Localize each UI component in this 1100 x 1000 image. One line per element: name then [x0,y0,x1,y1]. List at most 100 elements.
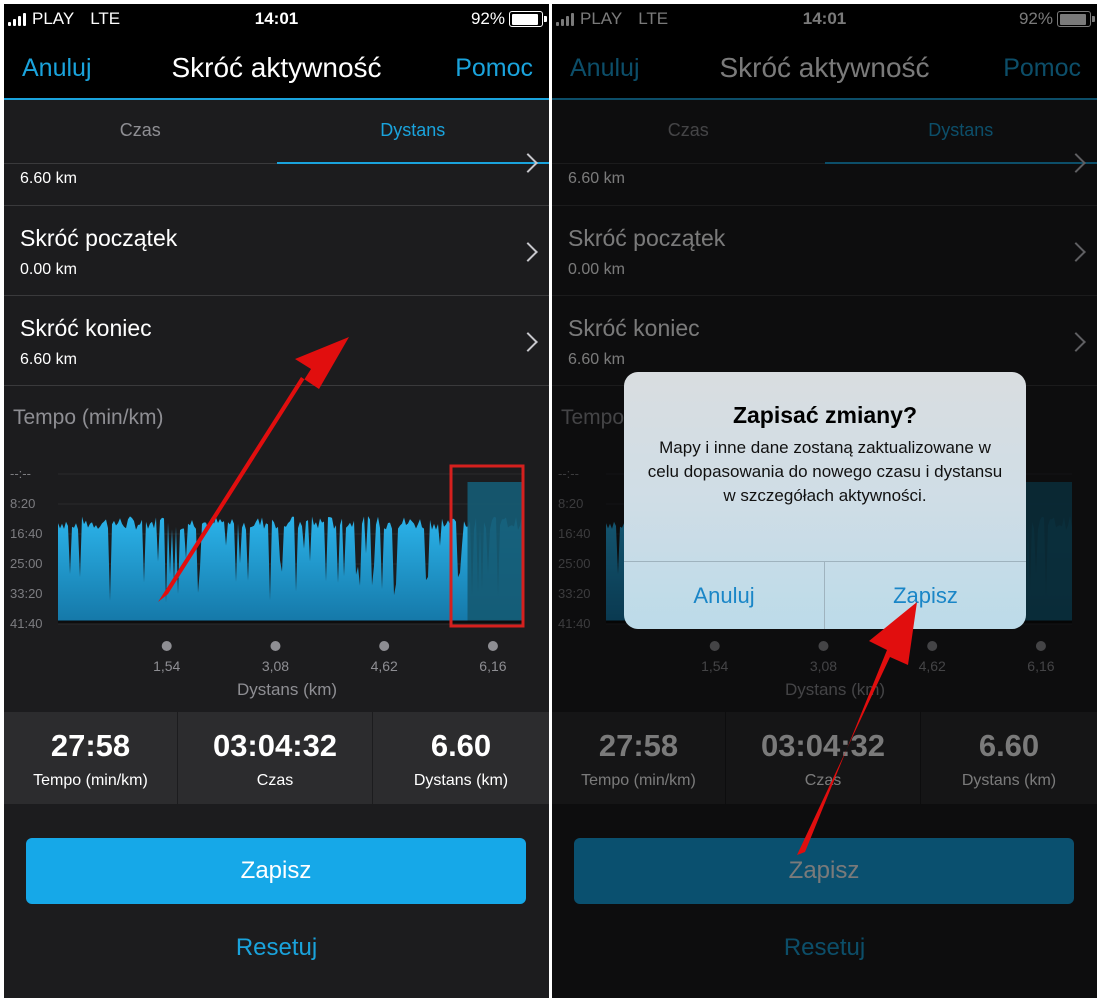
status-time: 14:01 [254,9,299,28]
segment-tabs: Czas Dystans [552,102,1097,164]
pace-area [58,516,524,622]
trim-start-title: Skróć początek [568,225,726,251]
battery-percent: 92% [1018,9,1053,28]
x-tick-label: 3,08 [262,658,289,674]
screen-trim-activity-dialog: PLAY LTE 14:01 92% Anuluj Skróć aktywnoś… [552,4,1097,998]
y-tick-label: 33:20 [558,586,591,601]
y-tick-label: 41:40 [10,616,43,631]
x-tick-label: 1,54 [701,658,728,674]
trim-start-value: 0.00 km [20,261,77,278]
tab-time[interactable]: Czas [4,102,277,163]
battery-icon [1057,11,1095,27]
segment-tabs: Czas Dystans [4,102,549,164]
list-item-trim-start[interactable]: Skróć początek 0.00 km [4,207,549,296]
dialog-cancel-button[interactable]: Anuluj [624,562,824,629]
stat-pace: 27:58 Tempo (min/km) [552,712,726,804]
y-tick-label: 8:20 [558,496,583,511]
x-tick-label: 4,62 [371,658,398,674]
stat-distance-label: Dystans (km) [413,772,509,789]
x-tick-label: 3,08 [810,658,837,674]
x-tick-label: 6,16 [479,658,506,674]
list-item-total[interactable]: 6.60 km [4,153,549,206]
tab-distance[interactable]: Dystans [276,102,550,164]
list-item-total[interactable]: 6.60 km [552,153,1097,206]
x-tick-dot [709,641,720,651]
pace-chart: Tempo (min/km) --:--8:2016:4025:0033:204… [4,386,549,712]
nav-bar: Anuluj Skróć aktywność Pomoc [4,34,549,100]
trim-start-title: Skróć początek [20,225,178,251]
y-tick-label: --:-- [10,466,31,481]
tab-time[interactable]: Czas [552,102,825,163]
x-tick-dot [161,641,172,651]
save-button[interactable]: Zapisz [574,838,1074,904]
stat-distance: 6.60 Dystans (km) [373,712,549,804]
trim-end-value: 6.60 km [20,351,77,368]
tab-distance[interactable]: Dystans [824,102,1098,164]
save-changes-dialog: Zapisać zmiany? Mapy i inne dane zostaną… [624,372,1026,629]
x-tick-dot [487,641,498,651]
stat-time: 03:04:32 Czas [178,712,373,804]
stat-pace-value: 27:58 [50,728,131,763]
chevron-right-icon [518,332,538,352]
help-button[interactable]: Pomoc [455,54,533,83]
help-button[interactable]: Pomoc [1003,54,1081,83]
trim-range-highlight [467,482,524,622]
y-tick-label: 25:00 [10,556,43,571]
dialog-message: Mapy i inne dane zostaną zaktualizowane … [647,438,1003,505]
dialog-confirm-button[interactable]: Zapisz [825,562,1026,629]
stats-bar: 27:58 Tempo (min/km) 03:04:32 Czas 6.60 … [552,712,1097,804]
y-tick-label: 8:20 [10,496,35,511]
x-axis-label: Dystans (km) [785,680,885,699]
trim-end-title: Skróć koniec [20,315,152,341]
y-tick-label: 33:20 [10,586,43,601]
screen-trim-activity: PLAY LTE 14:01 92% Anuluj Skróć aktywnoś… [4,4,549,998]
chevron-right-icon [1066,332,1086,352]
stat-distance-value: 6.60 [978,728,1040,763]
stat-pace-label: Tempo (min/km) [581,772,696,789]
stat-distance: 6.60 Dystans (km) [921,712,1097,804]
x-tick-dot [927,641,938,651]
chevron-right-icon [518,242,538,262]
pace-chart-svg: --:-- 8:20 16:40 25:00 33:20 41:40 1,54 3,08 4,6… [10,466,524,699]
x-tick-dot [270,641,281,651]
list-item-trim-end[interactable]: Skróć koniec 6.60 km [4,297,549,386]
status-bar: PLAY LTE 14:01 92% [4,4,549,34]
stat-time-label: Czas [256,772,294,789]
reset-button[interactable]: Resetuj [552,934,1097,962]
list-item-trim-start[interactable]: Skróć początek 0.00 km [552,207,1097,296]
stat-pace-label: Tempo (min/km) [33,772,148,789]
stat-distance-value: 6.60 [430,728,492,763]
stats-bar: 27:58 Tempo (min/km) 03:04:32 Czas 6.60 … [4,712,549,804]
y-tick-label: 41:40 [558,616,591,631]
stat-time-label: Czas [804,772,842,789]
x-tick-dot [818,641,829,651]
save-button[interactable]: Zapisz [26,838,526,904]
y-tick-label: 25:00 [558,556,591,571]
x-tick-label: 1,54 [153,658,180,674]
battery-percent: 92% [470,9,505,28]
y-tick-label: 16:40 [558,526,591,541]
stat-time-value: 03:04:32 [212,728,338,763]
trim-end-title: Skróć koniec [568,315,700,341]
x-tick-dot [379,641,390,651]
x-tick-label: 6,16 [1027,658,1054,674]
reset-button[interactable]: Resetuj [4,934,549,962]
dialog-title: Zapisać zmiany? [732,402,918,428]
stat-pace: 27:58 Tempo (min/km) [4,712,178,804]
y-tick-label: 16:40 [10,526,43,541]
stat-time: 03:04:32 Czas [726,712,921,804]
status-bar: PLAY LTE 14:01 92% [552,4,1097,34]
battery-icon [509,11,547,27]
stat-time-value: 03:04:32 [760,728,886,763]
total-distance-value: 6.60 km [568,170,625,187]
chevron-right-icon [1066,242,1086,262]
total-distance-value: 6.60 km [20,170,77,187]
status-time: 14:01 [802,9,847,28]
trim-start-value: 0.00 km [568,261,625,278]
nav-bar: Anuluj Skróć aktywność Pomoc [552,34,1097,100]
trim-end-value: 6.60 km [568,351,625,368]
stat-distance-label: Dystans (km) [961,772,1057,789]
x-tick-dot [1035,641,1046,651]
x-tick-label: 4,62 [919,658,946,674]
x-axis-label: Dystans (km) [237,680,337,699]
